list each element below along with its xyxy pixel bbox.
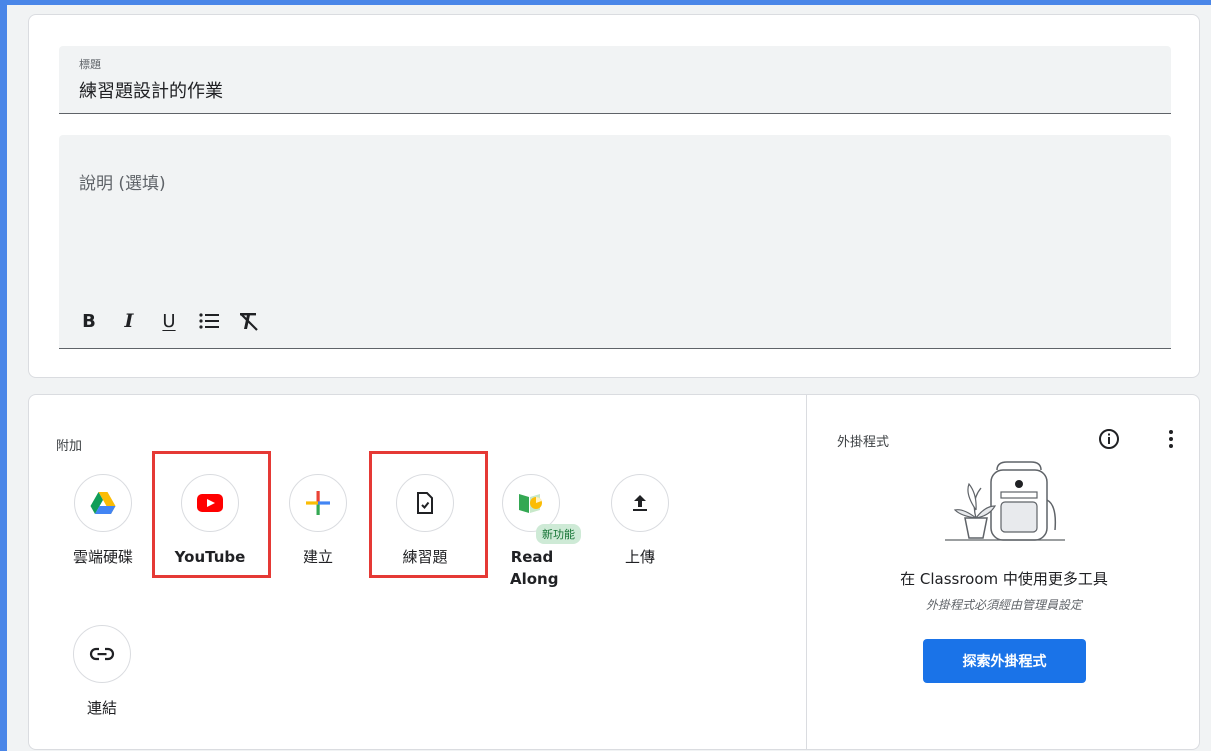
attach-link-button[interactable]: 連結: [53, 625, 153, 735]
google-drive-icon: [90, 492, 116, 514]
info-icon[interactable]: [1098, 428, 1120, 450]
attach-read-along-button[interactable]: 新功能 Read Along: [482, 474, 582, 588]
clear-formatting-button[interactable]: [229, 307, 269, 335]
attach-upload-label: 上傳: [624, 548, 655, 566]
attach-circle: [73, 625, 131, 683]
addons-title: 外掛程式: [837, 435, 890, 450]
assignment-details-card: 標題 練習題設計的作業 說明 (選填) B I U: [28, 14, 1200, 378]
attach-circle: [74, 474, 132, 532]
description-placeholder: 說明 (選填): [79, 174, 166, 194]
window-frame-top: [0, 0, 1211, 5]
backpack-illustration: [925, 460, 1075, 550]
italic-button[interactable]: I: [109, 307, 149, 335]
attach-drive-label: 雲端硬碟: [72, 548, 133, 566]
upload-icon: [633, 495, 647, 511]
clear-formatting-icon: [240, 313, 258, 331]
attach-create-button[interactable]: 建立: [269, 474, 369, 584]
bold-button[interactable]: B: [69, 307, 109, 335]
attach-title: 附加: [56, 439, 83, 454]
addons-subheading: 外掛程式必須經由管理員設定: [925, 598, 1082, 612]
explore-addons-button[interactable]: 探索外掛程式: [923, 639, 1086, 683]
attach-create-label: 建立: [302, 548, 333, 566]
more-options-icon[interactable]: [1160, 428, 1182, 450]
title-field[interactable]: 標題 練習題設計的作業: [59, 46, 1171, 114]
attach-drive-button[interactable]: 雲端硬碟: [54, 474, 154, 584]
attach-upload-button[interactable]: 上傳: [591, 474, 691, 584]
link-icon: [89, 647, 115, 661]
read-along-icon: [519, 494, 542, 513]
attach-circle: [289, 474, 347, 532]
bulleted-list-icon: [199, 313, 219, 329]
addons-heading: 在 Classroom 中使用更多工具: [900, 570, 1108, 588]
window-frame-left: [0, 0, 7, 751]
plus-icon: [306, 491, 330, 515]
underline-button[interactable]: U: [149, 307, 189, 335]
title-input[interactable]: 練習題設計的作業: [79, 77, 223, 103]
bulleted-list-button[interactable]: [189, 307, 229, 335]
format-toolbar: B I U: [69, 307, 269, 335]
description-field[interactable]: 說明 (選填) B I U: [59, 135, 1171, 349]
title-label: 標題: [79, 58, 101, 71]
practice-set-highlight-box: [369, 451, 488, 578]
attach-link-label: 連結: [86, 699, 117, 717]
youtube-highlight-box: [152, 451, 271, 578]
new-feature-badge: 新功能: [536, 524, 581, 544]
attach-circle: [611, 474, 669, 532]
attach-read-along-label: Read Along: [510, 548, 559, 588]
